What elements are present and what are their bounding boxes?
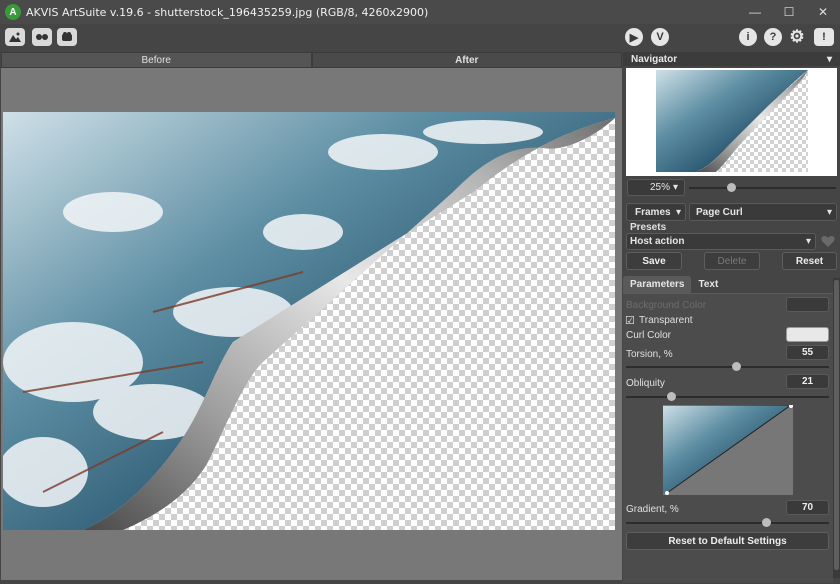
parameters-panel: Background Color ☑ Transparent Curl Colo… — [623, 293, 833, 583]
panel-scrollbar[interactable] — [833, 278, 840, 578]
gradient-label: Gradient, % — [626, 504, 679, 515]
feedback-icon[interactable]: ! — [814, 28, 834, 46]
zoom-select[interactable]: 25% ▾ — [627, 179, 685, 196]
tab-parameters[interactable]: Parameters — [623, 276, 692, 293]
run-button[interactable]: ▶ — [625, 28, 643, 46]
plugins-icon[interactable] — [57, 28, 77, 46]
gradient-value-input[interactable]: 70 — [786, 500, 829, 515]
torsion-slider-knob[interactable] — [732, 362, 741, 371]
zoom-slider-track[interactable] — [689, 187, 836, 189]
save-preset-button[interactable]: Save — [626, 252, 682, 270]
app-logo-icon: A — [5, 4, 21, 20]
info-icon[interactable]: i — [739, 28, 757, 46]
effect-group-select[interactable]: Frames ▾ — [626, 203, 686, 221]
curl-direction-preview[interactable] — [663, 404, 793, 495]
background-color-swatch[interactable] — [786, 297, 829, 312]
close-button[interactable]: ✕ — [806, 0, 840, 24]
obliquity-slider-knob[interactable] — [667, 392, 676, 401]
navigator-title: Navigator — [631, 53, 678, 65]
zoom-value: 25% — [650, 182, 671, 193]
gradient-slider-track[interactable] — [626, 522, 829, 524]
settings-gear-icon[interactable]: ⚙ — [788, 27, 806, 46]
chevron-down-icon: ▾ — [805, 236, 811, 247]
obliquity-value-input[interactable]: 21 — [786, 374, 829, 389]
tab-after[interactable]: After — [311, 52, 622, 68]
effect-group-value: Frames — [635, 206, 671, 218]
torsion-label: Torsion, % — [626, 349, 673, 360]
parameter-tabs: Parameters Text — [623, 276, 725, 293]
presets-label: Presets — [630, 222, 667, 233]
navigator-preview[interactable] — [626, 68, 837, 176]
apply-button[interactable]: V — [651, 28, 669, 46]
torsion-slider-track[interactable] — [626, 366, 829, 368]
preset-value: Host action — [630, 236, 685, 247]
image-canvas[interactable] — [3, 112, 615, 530]
curl-color-label: Curl Color — [626, 330, 672, 341]
chevron-down-icon: ▾ — [826, 206, 832, 218]
effect-value: Page Curl — [696, 206, 743, 218]
obliquity-slider-track[interactable] — [626, 396, 829, 398]
torsion-value-input[interactable]: 55 — [786, 345, 829, 360]
help-icon[interactable]: ? — [764, 28, 782, 46]
tab-before[interactable]: Before — [1, 52, 312, 68]
delete-preset-button[interactable]: Delete — [704, 252, 760, 270]
batch-icon[interactable] — [32, 28, 52, 46]
minimize-button[interactable]: — — [738, 0, 772, 24]
transparent-label: Transparent — [639, 315, 693, 326]
obliquity-label: Obliquity — [626, 378, 665, 389]
navigator-header: Navigator ▾ — [623, 52, 840, 66]
page-curl-image — [3, 112, 615, 530]
window-title: AKVIS ArtSuite v.19.6 - shutterstock_196… — [26, 5, 429, 19]
open-image-icon[interactable] — [5, 28, 25, 46]
title-bar: A AKVIS ArtSuite v.19.6 - shutterstock_1… — [0, 0, 840, 24]
reset-preset-button[interactable]: Reset — [782, 252, 837, 270]
gradient-slider-knob[interactable] — [762, 518, 771, 527]
heart-icon[interactable] — [821, 235, 835, 251]
scrollbar-thumb[interactable] — [834, 280, 839, 570]
settings-panel: Navigator ▾ 25% ▾ Frames ▾ Page Curl ▾ P… — [623, 52, 840, 584]
preset-select[interactable]: Host action ▾ — [626, 233, 816, 250]
before-after-tabs: Before After — [1, 52, 622, 68]
chevron-down-icon: ▾ — [675, 206, 681, 218]
effect-select[interactable]: Page Curl ▾ — [689, 203, 837, 221]
maximize-button[interactable]: ☐ — [772, 0, 806, 24]
zoom-slider-knob[interactable] — [727, 183, 736, 192]
reset-default-settings-button[interactable]: Reset to Default Settings — [626, 532, 829, 550]
transparent-checkbox[interactable]: ☑ — [625, 314, 635, 327]
toolbar: ▶ V i ? ⚙ ! — [0, 24, 840, 50]
chevron-down-icon[interactable]: ▾ — [827, 54, 832, 65]
tab-text[interactable]: Text — [691, 276, 725, 293]
chevron-down-icon: ▾ — [673, 182, 679, 193]
curl-color-swatch[interactable] — [786, 327, 829, 342]
background-color-label: Background Color — [626, 300, 707, 311]
